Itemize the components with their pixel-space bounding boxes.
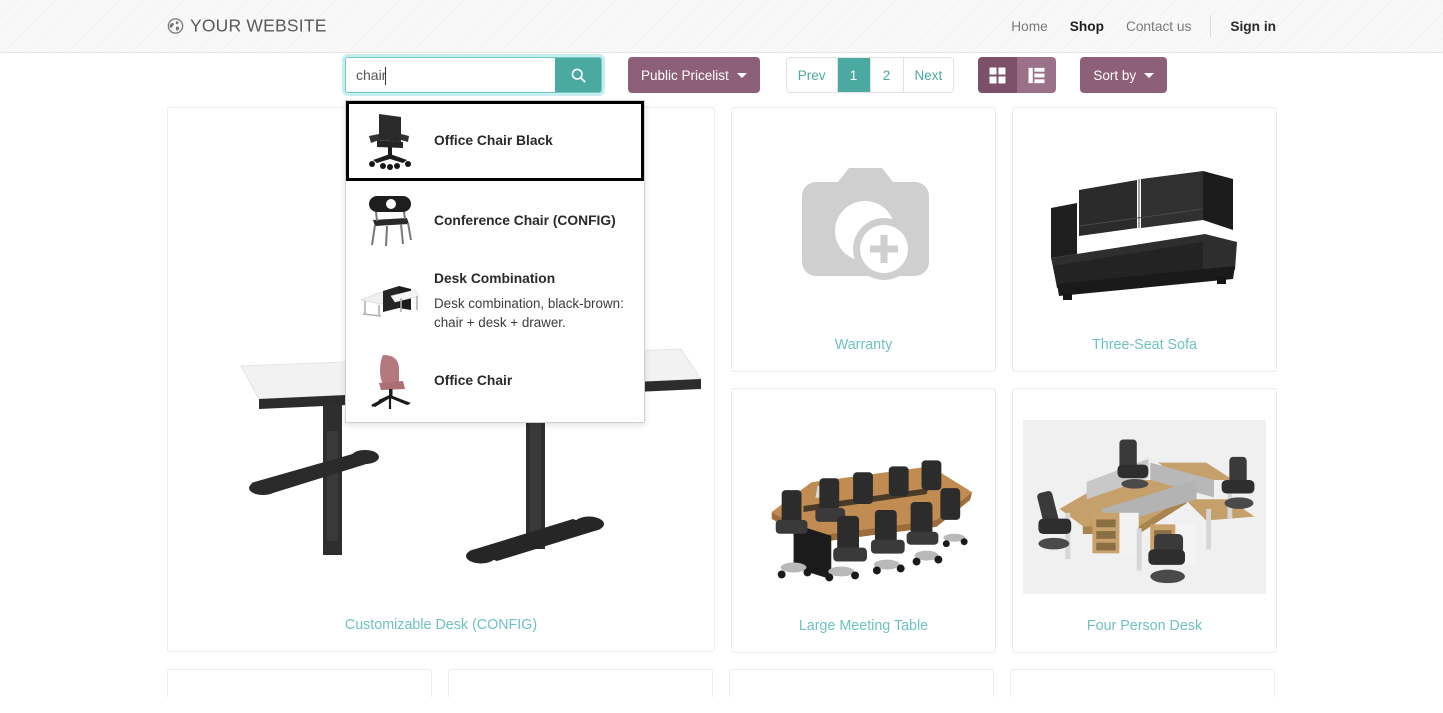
- shop-toolbar: Public Pricelist Prev 1 2 Next: [0, 54, 1443, 102]
- product-title[interactable]: Large Meeting Table: [799, 611, 928, 636]
- autocomplete-item-conference-chair[interactable]: Conference Chair (CONFIG): [346, 181, 644, 261]
- nav-item-home[interactable]: Home: [1000, 19, 1059, 34]
- product-card[interactable]: Four Person Desk: [1012, 388, 1277, 653]
- product-card[interactable]: Three-Seat Sofa: [1012, 107, 1277, 372]
- product-title[interactable]: Warranty: [835, 330, 892, 355]
- search-form: [345, 57, 602, 93]
- catalog-row-2: [167, 669, 1279, 697]
- search-icon: [570, 67, 587, 84]
- sort-by-label: Sort by: [1093, 67, 1137, 83]
- office-chair-black-thumb: [356, 110, 424, 172]
- pagination-prev[interactable]: Prev: [786, 58, 838, 92]
- globe-icon: [167, 18, 184, 35]
- image-placeholder-icon: [742, 122, 985, 330]
- pagination-next[interactable]: Next: [903, 58, 954, 92]
- conference-chair-thumb: [356, 190, 424, 252]
- sort-by-dropdown-button[interactable]: Sort by: [1080, 57, 1168, 93]
- autocomplete-item-name: Office Chair: [434, 373, 513, 389]
- catalog-right-column: Warranty Three-Seat Sofa Large Meeting T…: [731, 107, 1277, 653]
- autocomplete-item-body: Office Chair Black: [434, 132, 632, 151]
- search-submit-button[interactable]: [555, 58, 601, 92]
- nav-divider: [1210, 15, 1212, 37]
- product-card[interactable]: [1010, 669, 1275, 697]
- main-nav: Home Shop Contact us Sign in: [1000, 15, 1276, 37]
- chevron-down-icon: [736, 72, 747, 78]
- product-image-four-person-desk: [1023, 403, 1266, 611]
- product-image-partial-white: [178, 684, 421, 697]
- search-input[interactable]: [346, 58, 555, 92]
- pricelist-dropdown-button[interactable]: Public Pricelist: [628, 57, 760, 93]
- site-header: YOUR WEBSITE Home Shop Contact us Sign i…: [0, 0, 1443, 53]
- site-logo[interactable]: YOUR WEBSITE: [167, 16, 327, 37]
- list-icon: [1028, 67, 1045, 84]
- pagination-page-2[interactable]: 2: [870, 58, 904, 92]
- text-cursor: [385, 67, 386, 85]
- grid-icon: [989, 67, 1006, 84]
- autocomplete-item-body: Desk Combination Desk combination, black…: [434, 270, 632, 333]
- autocomplete-item-name: Office Chair Black: [434, 132, 553, 148]
- pricelist-label: Public Pricelist: [641, 67, 729, 83]
- product-card[interactable]: [448, 669, 713, 697]
- product-card[interactable]: Large Meeting Table: [731, 388, 996, 653]
- pagination-page-1[interactable]: 1: [837, 58, 871, 92]
- product-card[interactable]: Warranty: [731, 107, 996, 372]
- product-card[interactable]: [167, 669, 432, 697]
- product-image-partial-blue: [459, 684, 702, 697]
- product-image-three-seat-sofa: [1023, 122, 1266, 330]
- autocomplete-item-body: Conference Chair (CONFIG): [434, 212, 632, 231]
- chevron-down-icon: [1144, 72, 1155, 78]
- nav-item-contact-us[interactable]: Contact us: [1115, 19, 1202, 34]
- autocomplete-item-desk-combination[interactable]: Desk Combination Desk combination, black…: [346, 261, 644, 342]
- catalog-subrow-2: Large Meeting Table Four Person Desk: [731, 388, 1277, 653]
- autocomplete-item-body: Office Chair: [434, 372, 632, 391]
- product-title[interactable]: Four Person Desk: [1087, 611, 1202, 636]
- product-title[interactable]: Three-Seat Sofa: [1092, 330, 1197, 355]
- search-autocomplete-dropdown: Office Chair Black Conference Chair (CON…: [345, 100, 645, 423]
- product-image-large-meeting-table: [742, 403, 985, 611]
- catalog-row-1: Customizable Desk (CONFIG) Warranty Thre…: [167, 107, 1279, 653]
- product-title[interactable]: Customizable Desk (CONFIG): [345, 610, 537, 635]
- office-chair-pink-thumb: [356, 351, 424, 413]
- desk-combination-thumb: [356, 270, 424, 332]
- autocomplete-item-description: Desk combination, black-brown: chair + d…: [434, 295, 624, 331]
- product-card[interactable]: [729, 669, 994, 697]
- nav-item-shop[interactable]: Shop: [1059, 19, 1115, 34]
- list-view-button[interactable]: [1017, 57, 1057, 93]
- catalog-subrow-1: Warranty Three-Seat Sofa: [731, 107, 1277, 372]
- pagination: Prev 1 2 Next: [785, 57, 955, 93]
- product-image-partial-4: [1021, 684, 1264, 697]
- view-mode-toggle: [978, 57, 1057, 93]
- autocomplete-item-office-chair-black[interactable]: Office Chair Black: [346, 101, 644, 181]
- grid-view-button[interactable]: [978, 57, 1018, 93]
- product-catalog: Customizable Desk (CONFIG) Warranty Thre…: [167, 107, 1279, 713]
- autocomplete-item-name: Conference Chair (CONFIG): [434, 212, 616, 228]
- sign-in-link[interactable]: Sign in: [1219, 19, 1276, 34]
- autocomplete-item-name: Desk Combination: [434, 271, 556, 286]
- product-image-partial-3: [740, 684, 983, 697]
- site-logo-text: YOUR WEBSITE: [190, 15, 327, 36]
- autocomplete-item-office-chair[interactable]: Office Chair: [346, 342, 644, 422]
